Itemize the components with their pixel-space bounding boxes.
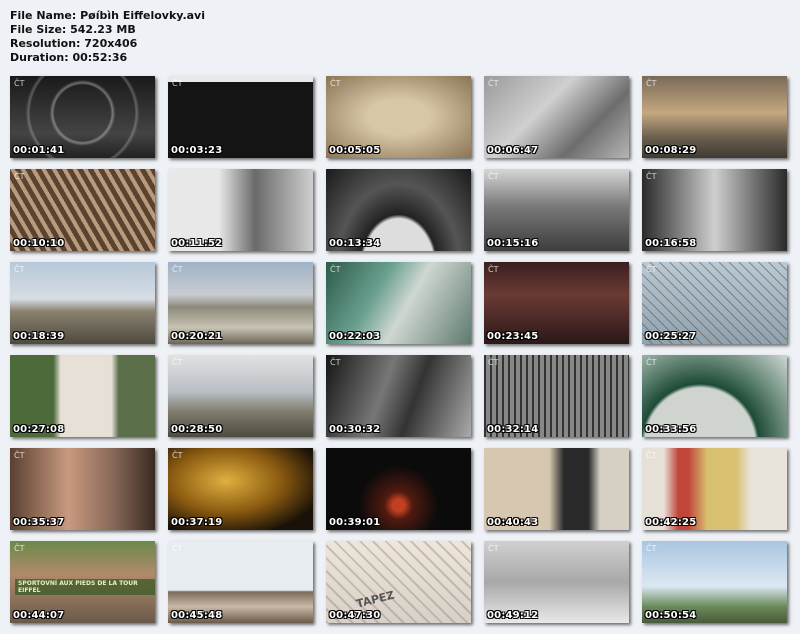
timestamp-label: 00:06:47	[487, 145, 539, 156]
video-thumbnail[interactable]: 00:11:52	[168, 169, 313, 251]
video-thumbnail[interactable]: ČT 00:15:16	[484, 169, 629, 251]
channel-logo: ČT	[646, 172, 657, 181]
video-thumbnail[interactable]: ČT 00:30:32	[326, 355, 471, 437]
video-thumbnail[interactable]: 00:13:34	[326, 169, 471, 251]
video-thumbnail[interactable]: ČT 00:06:47	[484, 76, 629, 158]
video-thumbnail[interactable]: ČT 00:03:23	[168, 76, 313, 158]
channel-logo: ČT	[646, 358, 657, 367]
timestamp-label: 00:10:10	[13, 238, 65, 249]
channel-logo: ČT	[646, 265, 657, 274]
video-thumbnail[interactable]: ČT 00:25:27	[642, 262, 787, 344]
video-thumbnail[interactable]: ČT 00:16:58	[642, 169, 787, 251]
video-thumbnail[interactable]: 00:27:08	[10, 355, 155, 437]
channel-logo: ČT	[14, 265, 25, 274]
channel-logo: ČT	[488, 172, 499, 181]
video-thumbnail[interactable]: ČT 00:08:29	[642, 76, 787, 158]
timestamp-label: 00:45:48	[171, 610, 223, 621]
video-thumbnail[interactable]: 00:40:43	[484, 448, 629, 530]
video-thumbnail[interactable]: ČT 00:23:45	[484, 262, 629, 344]
timestamp-label: 00:47:30	[329, 610, 381, 621]
channel-logo: ČT	[172, 358, 183, 367]
timestamp-label: 00:50:54	[645, 610, 697, 621]
video-thumbnail[interactable]: TAPEZ 00:47:30	[326, 541, 471, 623]
timestamp-label: 00:18:39	[13, 331, 65, 342]
timestamp-label: 00:37:19	[171, 517, 223, 528]
resolution-line: Resolution: 720x406	[10, 37, 138, 50]
video-thumbnail[interactable]: ČT 00:50:54	[642, 541, 787, 623]
timestamp-label: 00:22:03	[329, 331, 381, 342]
video-thumbnail[interactable]: ČT 00:45:48	[168, 541, 313, 623]
video-thumbnail[interactable]: ČT 00:33:56	[642, 355, 787, 437]
channel-logo: ČT	[172, 544, 183, 553]
duration-line: Duration: 00:52:36	[10, 51, 128, 64]
timestamp-label: 00:20:21	[171, 331, 223, 342]
video-thumbnail[interactable]: ČT 00:01:41	[10, 76, 155, 158]
video-thumbnail[interactable]: ČT 00:32:14	[484, 355, 629, 437]
channel-logo: ČT	[488, 79, 499, 88]
video-thumbnail[interactable]: ČT 00:05:05	[326, 76, 471, 158]
timestamp-label: 00:33:56	[645, 424, 697, 435]
file-size-line: File Size: 542.23 MB	[10, 23, 136, 36]
timestamp-label: 00:15:16	[487, 238, 539, 249]
file-info-header: File Name: Pøíbìh Eiffelovky.avi File Si…	[10, 9, 205, 65]
video-thumbnail[interactable]: 00:39:01	[326, 448, 471, 530]
timestamp-label: 00:01:41	[13, 145, 65, 156]
timestamp-label: 00:30:32	[329, 424, 381, 435]
timestamp-label: 00:23:45	[487, 331, 539, 342]
timestamp-label: 00:32:14	[487, 424, 539, 435]
video-thumbnail[interactable]: ČT 00:22:03	[326, 262, 471, 344]
channel-logo: ČT	[172, 265, 183, 274]
video-thumbnail[interactable]: ČT 00:18:39	[10, 262, 155, 344]
timestamp-label: 00:35:37	[13, 517, 65, 528]
video-thumbnail[interactable]: ČT 00:10:10	[10, 169, 155, 251]
timestamp-label: 00:13:34	[329, 238, 381, 249]
channel-logo: ČT	[646, 79, 657, 88]
channel-logo: ČT	[172, 451, 183, 460]
video-thumbnail[interactable]: ČT 00:20:21	[168, 262, 313, 344]
timestamp-label: 00:44:07	[13, 610, 65, 621]
timestamp-label: 00:05:05	[329, 145, 381, 156]
caption-overlay: SPORTOVNÍ AUX PIEDS DE LA TOUR EIFFEL	[15, 579, 155, 595]
channel-logo: ČT	[488, 265, 499, 274]
video-thumbnail[interactable]: ČT SPORTOVNÍ AUX PIEDS DE LA TOUR EIFFEL 0…	[10, 541, 155, 623]
video-thumbnail[interactable]: ČT 00:37:19	[168, 448, 313, 530]
video-thumbnail[interactable]: ČT 00:49:12	[484, 541, 629, 623]
file-name-line: File Name: Pøíbìh Eiffelovky.avi	[10, 9, 205, 22]
timestamp-label: 00:42:25	[645, 517, 697, 528]
thumbnail-grid: ČT 00:01:41 ČT 00:03:23 ČT 00:05:05 ČT 00:06:47…	[10, 76, 790, 624]
timestamp-label: 00:16:58	[645, 238, 697, 249]
channel-logo: ČT	[14, 79, 25, 88]
timestamp-label: 00:39:01	[329, 517, 381, 528]
channel-logo: ČT	[330, 79, 341, 88]
channel-logo: ČT	[14, 544, 25, 553]
timestamp-label: 00:40:43	[487, 517, 539, 528]
video-thumbnail[interactable]: ČT 00:28:50	[168, 355, 313, 437]
timestamp-label: 00:28:50	[171, 424, 223, 435]
channel-logo: ČT	[646, 544, 657, 553]
video-thumbnail[interactable]: ČT 00:35:37	[10, 448, 155, 530]
video-thumbnail[interactable]: ČT 00:42:25	[642, 448, 787, 530]
channel-logo: ČT	[330, 358, 341, 367]
channel-logo: ČT	[646, 451, 657, 460]
timestamp-label: 00:27:08	[13, 424, 65, 435]
channel-logo: ČT	[488, 358, 499, 367]
timestamp-label: 00:08:29	[645, 145, 697, 156]
channel-logo: ČT	[14, 172, 25, 181]
channel-logo: ČT	[14, 451, 25, 460]
channel-logo: ČT	[488, 544, 499, 553]
channel-logo: ČT	[330, 265, 341, 274]
timestamp-label: 00:49:12	[487, 610, 539, 621]
timestamp-label: 00:25:27	[645, 331, 697, 342]
timestamp-label: 00:03:23	[171, 145, 223, 156]
timestamp-label: 00:11:52	[171, 238, 223, 249]
channel-logo: ČT	[172, 79, 183, 88]
